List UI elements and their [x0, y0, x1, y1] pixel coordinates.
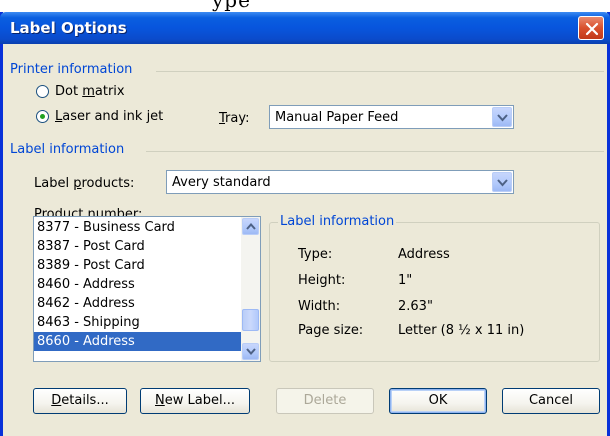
list-item-selected[interactable]: 8660 - Address	[34, 332, 241, 351]
dot-matrix-radio[interactable]: Dot matrix	[36, 84, 125, 99]
cropped-text: ype	[212, 0, 251, 12]
details-button[interactable]: Details...	[33, 388, 127, 414]
label-details-title: Label information	[278, 214, 397, 229]
width-key: Width:	[298, 299, 341, 314]
height-key: Height:	[298, 273, 346, 288]
label-products-dropdown[interactable]: Avery standard	[166, 170, 514, 194]
tray-dropdown[interactable]: Manual Paper Feed	[269, 105, 514, 129]
window-title: Label Options	[10, 19, 127, 37]
dot-matrix-radio-button[interactable]	[36, 85, 49, 98]
label-info-group-label: Label information	[10, 142, 125, 157]
page-size-key: Page size:	[298, 323, 364, 338]
type-key: Type:	[298, 247, 333, 262]
title-bar: Label Options	[0, 12, 610, 44]
printer-info-divider	[156, 71, 604, 72]
list-item[interactable]: 8377 - Business Card	[34, 218, 241, 237]
delete-button[interactable]: Delete	[276, 388, 374, 414]
label-products-label: Label products:	[34, 176, 135, 191]
new-label-button[interactable]: New Label...	[140, 388, 250, 414]
cancel-button[interactable]: Cancel	[502, 388, 600, 414]
ok-button[interactable]: OK	[389, 388, 487, 414]
chevron-up-icon	[246, 223, 256, 230]
close-icon	[585, 22, 599, 36]
width-value: 2.63"	[398, 299, 433, 314]
list-item[interactable]: 8463 - Shipping	[34, 313, 241, 332]
vertical-scrollbar[interactable]	[241, 217, 260, 361]
tray-dropdown-button[interactable]	[492, 107, 512, 127]
scroll-thumb[interactable]	[242, 309, 259, 331]
tray-value: Manual Paper Feed	[275, 110, 399, 125]
laser-ink-jet-label: Laser and ink jet	[55, 109, 164, 124]
laser-ink-jet-radio-button[interactable]	[36, 110, 49, 123]
dot-matrix-label: Dot matrix	[55, 84, 125, 99]
label-info-divider	[146, 151, 604, 152]
label-products-dropdown-button[interactable]	[492, 172, 512, 192]
list-item[interactable]: 8387 - Post Card	[34, 237, 241, 256]
chevron-down-icon	[497, 179, 508, 187]
laser-ink-jet-radio[interactable]: Laser and ink jet	[36, 109, 163, 124]
chevron-down-icon	[246, 348, 256, 355]
list-item[interactable]: 8389 - Post Card	[34, 256, 241, 275]
type-value: Address	[398, 247, 450, 262]
height-value: 1"	[398, 273, 413, 288]
page-size-value: Letter (8 ½ x 11 in)	[398, 323, 525, 338]
label-products-value: Avery standard	[172, 175, 271, 190]
scroll-up-button[interactable]	[242, 218, 259, 235]
list-item[interactable]: 8462 - Address	[34, 294, 241, 313]
tray-label: Tray:	[219, 111, 250, 126]
background-strip: ype	[0, 0, 610, 12]
list-item[interactable]: 8460 - Address	[34, 275, 241, 294]
scroll-down-button[interactable]	[242, 343, 259, 360]
printer-info-group-label: Printer information	[10, 62, 133, 77]
product-number-listbox[interactable]: 8377 - Business Card 8387 - Post Card 83…	[33, 216, 261, 362]
close-button[interactable]	[578, 16, 604, 40]
label-details-groupbox	[269, 222, 600, 362]
chevron-down-icon	[497, 114, 508, 122]
